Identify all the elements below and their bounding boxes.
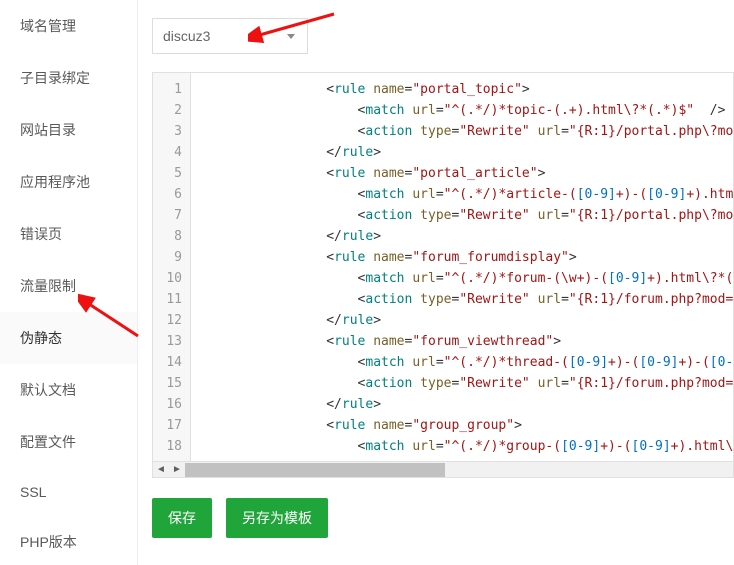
save-button[interactable]: 保存 — [152, 498, 212, 538]
code-line: <rule name="forum_viewthread"> — [201, 331, 733, 352]
sidebar-item-4[interactable]: 错误页 — [0, 208, 137, 260]
sidebar-item-2[interactable]: 网站目录 — [0, 104, 137, 156]
sidebar-item-0[interactable]: 域名管理 — [0, 0, 137, 52]
code-line: <action type="Rewrite" url="{R:1}/forum.… — [201, 289, 733, 310]
sidebar-item-3[interactable]: 应用程序池 — [0, 156, 137, 208]
code-line: </rule> — [201, 394, 733, 415]
button-row: 保存 另存为模板 — [152, 498, 734, 538]
horizontal-scrollbar[interactable]: ◄ ► — [152, 462, 734, 478]
code-line: <match url="^(.*/)*group-([0-9]+)-([0-9]… — [201, 436, 733, 457]
code-line: <action type="Rewrite" url="{R:1}/forum.… — [201, 457, 733, 461]
code-line: <match url="^(.*/)*thread-([0-9]+)-([0-9… — [201, 352, 733, 373]
code-line: <rule name="forum_forumdisplay"> — [201, 247, 733, 268]
scroll-track[interactable] — [185, 463, 733, 477]
main-panel: discuz3 12345678910111213141516171819 <r… — [138, 0, 734, 565]
template-dropdown[interactable]: discuz3 — [152, 18, 308, 54]
dropdown-selected: discuz3 — [163, 28, 210, 44]
sidebar: 域名管理子目录绑定网站目录应用程序池错误页流量限制伪静态默认文档配置文件SSLP… — [0, 0, 138, 565]
sidebar-item-8[interactable]: 配置文件 — [0, 416, 137, 468]
code-line: </rule> — [201, 142, 733, 163]
scroll-thumb[interactable] — [185, 463, 445, 477]
code-line: </rule> — [201, 226, 733, 247]
sidebar-item-5[interactable]: 流量限制 — [0, 260, 137, 312]
sidebar-item-6[interactable]: 伪静态 — [0, 312, 137, 364]
code-line: <match url="^(.*/)*forum-(\w+)-([0-9]+).… — [201, 268, 733, 289]
scroll-right-icon[interactable]: ► — [169, 463, 185, 477]
code-line: <rule name="group_group"> — [201, 415, 733, 436]
code-line: <action type="Rewrite" url="{R:1}/forum.… — [201, 373, 733, 394]
scroll-left-icon[interactable]: ◄ — [153, 463, 169, 477]
save-as-template-button[interactable]: 另存为模板 — [226, 498, 328, 538]
sidebar-item-7[interactable]: 默认文档 — [0, 364, 137, 416]
code-line: <rule name="portal_topic"> — [201, 79, 733, 100]
sidebar-item-10[interactable]: PHP版本 — [0, 516, 137, 565]
code-line: <action type="Rewrite" url="{R:1}/portal… — [201, 205, 733, 226]
code-line: <match url="^(.*/)*article-([0-9]+)-([0-… — [201, 184, 733, 205]
code-editor[interactable]: 12345678910111213141516171819 <rule name… — [152, 72, 734, 462]
code-line: </rule> — [201, 310, 733, 331]
sidebar-item-9[interactable]: SSL — [0, 468, 137, 516]
code-line: <rule name="portal_article"> — [201, 163, 733, 184]
code-content[interactable]: <rule name="portal_topic"> <match url="^… — [191, 73, 733, 461]
code-line: <action type="Rewrite" url="{R:1}/portal… — [201, 121, 733, 142]
code-line: <match url="^(.*/)*topic-(.+).html\?*(.*… — [201, 100, 733, 121]
line-gutter: 12345678910111213141516171819 — [153, 73, 191, 461]
sidebar-item-1[interactable]: 子目录绑定 — [0, 52, 137, 104]
